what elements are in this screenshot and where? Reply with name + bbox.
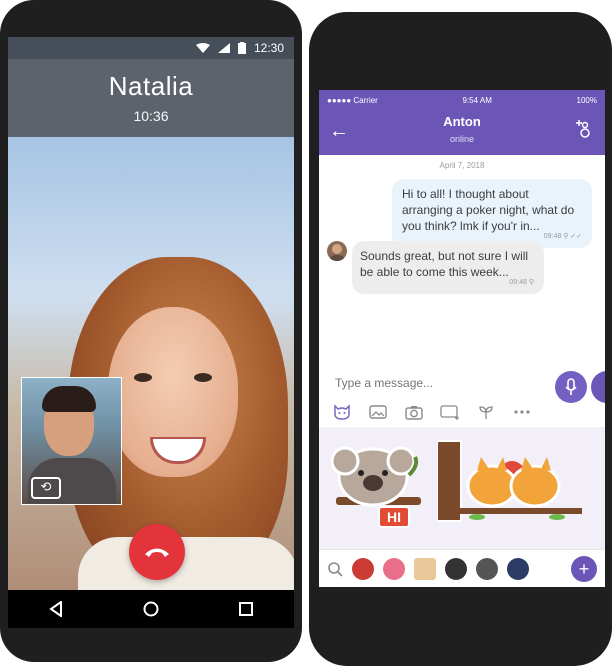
remote-video-feed bbox=[8, 137, 294, 590]
contact-name[interactable]: Anton bbox=[319, 114, 605, 129]
home-nav-icon bbox=[143, 601, 159, 617]
camera-button[interactable] bbox=[401, 401, 427, 423]
self-preview-hair bbox=[42, 386, 96, 412]
gif-button[interactable] bbox=[437, 401, 463, 423]
sticker-pack-tab[interactable] bbox=[352, 557, 374, 580]
gif-icon bbox=[440, 405, 459, 420]
status-time: 12:30 bbox=[253, 41, 284, 55]
sticker-icon bbox=[334, 404, 350, 420]
camera-icon bbox=[405, 406, 423, 420]
outgoing-message[interactable]: Hi to all! I thought about arranging a p… bbox=[392, 179, 592, 248]
chat-header: ← Anton online bbox=[319, 110, 605, 155]
remote-video-eye bbox=[134, 373, 152, 382]
message-list: April 7, 2018 Hi to all! I thought about… bbox=[319, 155, 605, 367]
android-nav-bar bbox=[8, 590, 294, 628]
message-text: Hi to all! I thought about arranging a p… bbox=[402, 187, 575, 233]
incoming-message[interactable]: Sounds great, but not sure I will be abl… bbox=[352, 241, 544, 294]
microphone-icon bbox=[565, 378, 577, 395]
recents-nav-icon bbox=[239, 602, 254, 616]
call-header: Natalia 10:36 bbox=[8, 59, 294, 137]
search-icon[interactable] bbox=[327, 561, 343, 577]
message-time: 09:48 ⚲ ✓✓ bbox=[543, 233, 582, 240]
back-nav-button[interactable] bbox=[43, 596, 69, 622]
end-call-icon bbox=[145, 548, 169, 557]
sticker-pack-tab[interactable] bbox=[445, 557, 467, 580]
sticker-pack-tab[interactable] bbox=[476, 557, 498, 580]
foxes-sticker[interactable] bbox=[436, 431, 587, 536]
voice-message-button[interactable] bbox=[555, 371, 587, 403]
gallery-button[interactable] bbox=[365, 401, 391, 423]
sticker-pack-tab-selected[interactable] bbox=[414, 557, 436, 580]
home-nav-button[interactable] bbox=[138, 596, 164, 622]
remote-video-shirt bbox=[78, 537, 294, 590]
gallery-icon bbox=[369, 405, 387, 419]
more-icon bbox=[514, 410, 530, 414]
sticker-hi-text: HI bbox=[387, 509, 401, 525]
message-text: Sounds great, but not sure I will be abl… bbox=[360, 249, 529, 279]
battery-icon bbox=[237, 42, 246, 54]
koala-sticker[interactable]: HI bbox=[330, 435, 426, 535]
signal-icon bbox=[217, 43, 230, 53]
caller-name: Natalia bbox=[108, 71, 194, 101]
message-time: 09:48 ⚲ bbox=[509, 279, 534, 286]
doodle-button[interactable] bbox=[473, 401, 499, 423]
switch-camera-icon[interactable]: ⟲ bbox=[31, 477, 61, 499]
remote-video-eye bbox=[194, 373, 212, 382]
add-sticker-pack-button[interactable]: + bbox=[571, 555, 597, 582]
status-time: 9:54 AM bbox=[462, 95, 492, 105]
add-participant-icon[interactable] bbox=[575, 119, 593, 139]
carrier-label: ●●●●● Carrier bbox=[327, 95, 378, 105]
more-button[interactable] bbox=[509, 401, 535, 423]
avatar[interactable] bbox=[327, 241, 347, 261]
battery-level: 100% bbox=[576, 95, 597, 105]
sticker-pack-tab[interactable] bbox=[383, 557, 405, 580]
video-call-screen: 12:30 Natalia 10:36 ⟲ bbox=[8, 37, 294, 590]
status-bar: 12:30 bbox=[8, 37, 294, 59]
self-preview-video[interactable]: ⟲ bbox=[21, 377, 122, 505]
sticker-panel: HI bbox=[319, 427, 605, 549]
send-button[interactable] bbox=[591, 371, 605, 403]
contact-status: online bbox=[449, 134, 475, 144]
message-input[interactable] bbox=[333, 375, 542, 391]
sticker-pack-tab[interactable] bbox=[507, 557, 529, 580]
sticker-pack-bar: + bbox=[319, 549, 605, 587]
back-nav-icon bbox=[48, 601, 62, 617]
doodle-icon bbox=[479, 406, 493, 419]
chat-screen: ●●●●● Carrier 9:54 AM 100% ← Anton onlin… bbox=[319, 90, 605, 587]
sticker-button[interactable] bbox=[329, 401, 355, 423]
composer-toolbar bbox=[329, 401, 535, 423]
end-call-button[interactable] bbox=[129, 524, 185, 580]
wifi-icon bbox=[195, 43, 210, 53]
recents-nav-button[interactable] bbox=[233, 596, 259, 622]
status-bar: ●●●●● Carrier 9:54 AM 100% bbox=[319, 90, 605, 110]
call-duration: 10:36 bbox=[133, 108, 169, 124]
date-separator: April 7, 2018 bbox=[439, 161, 485, 170]
message-composer bbox=[319, 367, 605, 427]
